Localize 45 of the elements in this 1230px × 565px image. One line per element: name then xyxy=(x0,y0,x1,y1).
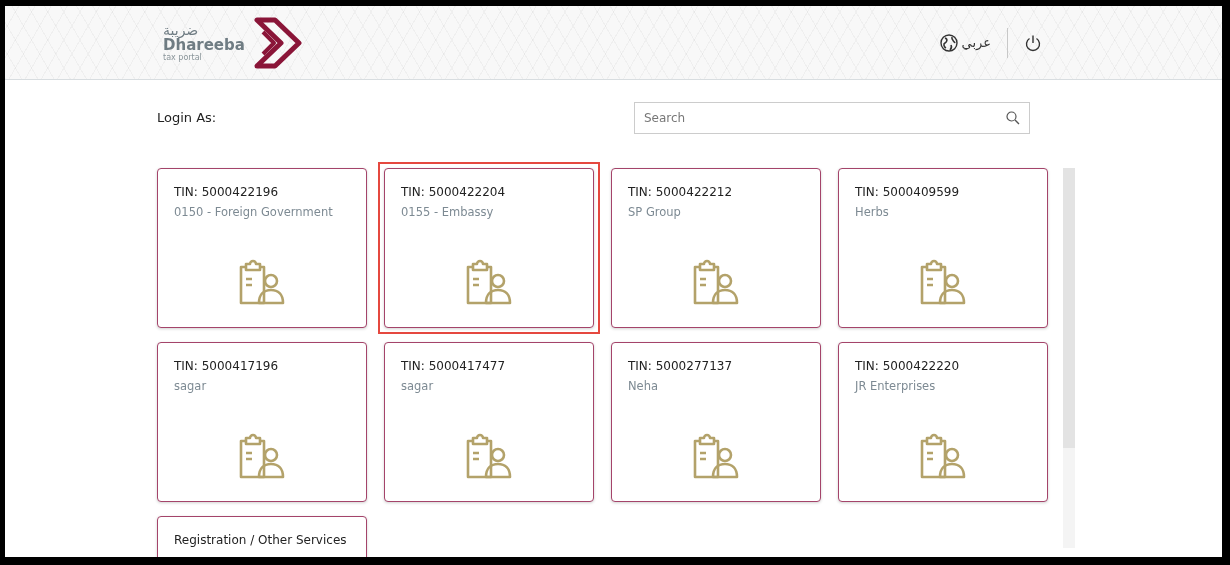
tin-number: TIN: 5000422212 xyxy=(628,184,734,201)
account-name: 0155 - Embassy xyxy=(401,204,495,221)
account-card[interactable]: TIN: 5000422212 SP Group xyxy=(611,168,821,328)
search-icon xyxy=(1006,111,1020,125)
account-card[interactable]: TIN: 5000417196 sagar xyxy=(157,342,367,502)
clipboard-person-icon xyxy=(238,433,286,479)
power-icon xyxy=(1024,34,1042,52)
tin-number: TIN: 5000417196 xyxy=(174,358,280,375)
account-card[interactable]: TIN: 5000422204 0155 - Embassy xyxy=(384,168,594,328)
scrollbar-thumb[interactable] xyxy=(1063,168,1075,448)
account-card[interactable]: TIN: 5000422220 JR Enterprises xyxy=(838,342,1048,502)
logo-tagline: tax portal xyxy=(163,53,203,62)
clipboard-person-icon xyxy=(692,259,740,305)
clipboard-person-icon xyxy=(919,259,967,305)
clipboard-person-icon xyxy=(692,433,740,479)
clipboard-person-icon xyxy=(465,433,513,479)
tin-number: TIN: 5000422220 xyxy=(855,358,961,375)
account-card[interactable]: TIN: 5000409599 Herbs xyxy=(838,168,1048,328)
account-name: sagar xyxy=(174,378,208,395)
tin-number: TIN: 5000409599 xyxy=(855,184,961,201)
globe-icon xyxy=(939,33,958,52)
tin-number: TIN: 5000417477 xyxy=(401,358,507,375)
services-title: Registration / Other Services xyxy=(174,532,348,549)
services-card[interactable]: Registration / Other Services xyxy=(157,516,367,557)
tin-number: TIN: 5000422196 xyxy=(174,184,280,201)
tin-number: TIN: 5000422204 xyxy=(401,184,507,201)
logo-arabic-text: ضريبة xyxy=(163,23,199,38)
account-name: sagar xyxy=(401,378,435,395)
account-name: Neha xyxy=(628,378,659,395)
clipboard-person-icon xyxy=(238,259,286,305)
language-link[interactable]: عربي xyxy=(939,32,991,53)
account-name: SP Group xyxy=(628,204,682,221)
account-card[interactable]: TIN: 5000422196 0150 - Foreign Government xyxy=(157,168,367,328)
clipboard-person-icon xyxy=(919,433,967,479)
account-card[interactable]: TIN: 5000277137 Neha xyxy=(611,342,821,502)
account-name: JR Enterprises xyxy=(855,378,937,395)
login-as-label: Login As: xyxy=(157,109,217,128)
search-field[interactable]: Search xyxy=(634,102,1030,134)
tin-number: TIN: 5000277137 xyxy=(628,358,734,375)
account-name: Herbs xyxy=(855,204,890,221)
clipboard-person-icon xyxy=(465,259,513,305)
logo-name: Dhareeba xyxy=(163,37,245,54)
logo-chevron-icon xyxy=(252,15,303,70)
account-name: 0150 - Foreign Government xyxy=(174,204,334,221)
account-card[interactable]: TIN: 5000417477 sagar xyxy=(384,342,594,502)
